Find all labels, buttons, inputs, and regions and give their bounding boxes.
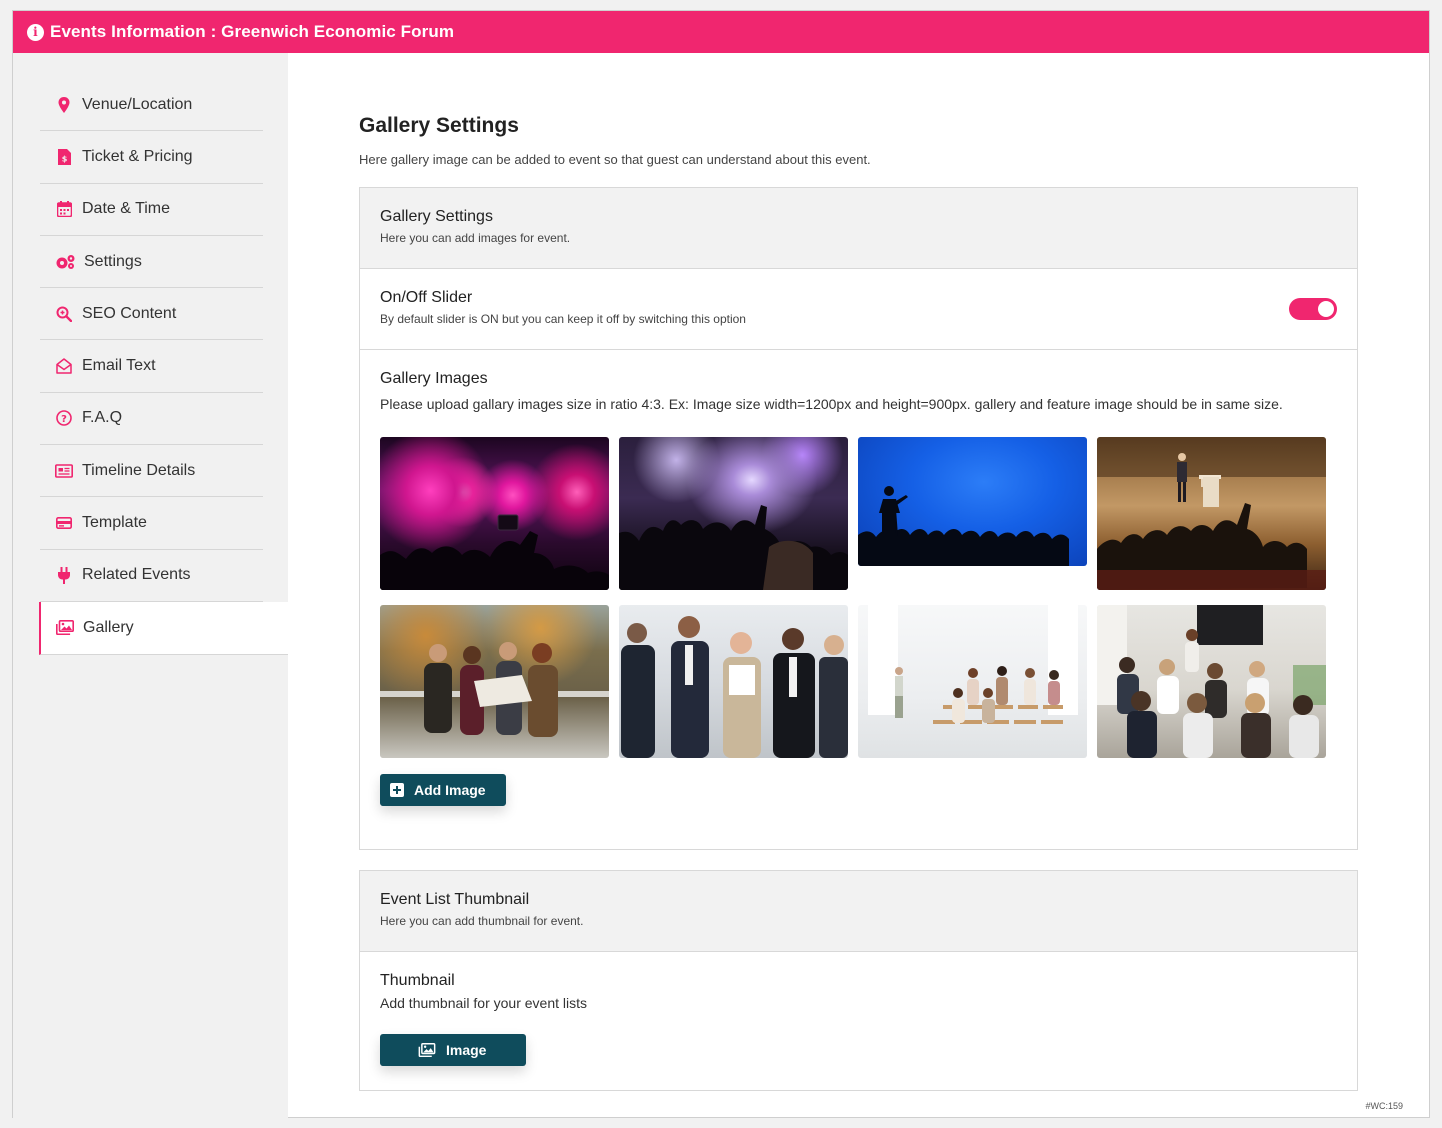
header-title: Events Information : Greenwich Economic …	[50, 22, 455, 41]
card-subtitle: Here you can add images for event.	[380, 231, 571, 245]
sidebar-item-settings[interactable]: Settings	[40, 236, 263, 289]
slider-setting-title: On/Off Slider	[380, 289, 473, 306]
sidebar-item-label: Venue/Location	[82, 95, 193, 113]
sidebar-item-date-time[interactable]: Date & Time	[40, 184, 263, 236]
svg-text:$: $	[61, 154, 67, 163]
slider-setting-row: On/Off Slider By default slider is ON bu…	[360, 269, 1357, 350]
gallery-images-title: Gallery Images	[380, 370, 488, 387]
gallery-image[interactable]	[1097, 605, 1326, 758]
images-icon	[55, 618, 75, 638]
template-icon	[54, 513, 74, 533]
header-bar: i Events Information : Greenwich Economi…	[13, 11, 1429, 53]
card-title: Gallery Settings	[380, 208, 493, 225]
sidebar-item-template[interactable]: Template	[40, 497, 263, 550]
watermark: #WC:159	[1365, 1101, 1403, 1111]
sidebar-item-label: F.A.Q	[82, 409, 123, 427]
plug-icon	[54, 565, 74, 585]
add-image-button[interactable]: Add Image	[380, 774, 506, 806]
thumbnail-text: Add thumbnail for your event lists	[380, 995, 587, 1011]
sidebar-item-label: Email Text	[82, 357, 156, 375]
ticket-icon: $	[54, 147, 74, 167]
sidebar-item-label: Ticket & Pricing	[82, 147, 193, 165]
images-icon	[418, 1043, 436, 1057]
card-subtitle: Here you can add thumbnail for event.	[380, 914, 584, 928]
thumbnail-row: Thumbnail Add thumbnail for your event l…	[360, 952, 1357, 1090]
card-title: Event List Thumbnail	[380, 891, 530, 908]
sidebar-item-email-text[interactable]: Email Text	[40, 340, 263, 393]
sidebar-item-label: Template	[82, 514, 147, 532]
toggle-knob	[1318, 301, 1334, 317]
sidebar-item-related-events[interactable]: Related Events	[40, 550, 263, 602]
sidebar-item-label: Settings	[84, 252, 142, 270]
page-title: Gallery Settings	[359, 114, 519, 137]
calendar-icon	[54, 199, 74, 219]
sidebar-nav: Venue/Location $ Ticket & Pricing Date &…	[39, 79, 288, 655]
page-description: Here gallery image can be added to event…	[359, 152, 871, 167]
map-marker-icon	[54, 95, 74, 115]
gallery-images-instructions: Please upload gallary images size in rat…	[380, 396, 1283, 412]
gallery-grid	[380, 437, 1337, 758]
thumbnail-image-label: Image	[446, 1042, 487, 1058]
gallery-image[interactable]	[858, 437, 1087, 566]
add-image-label: Add Image	[414, 782, 486, 798]
card-header: Gallery Settings Here you can add images…	[360, 188, 1357, 269]
sidebar-item-label: SEO Content	[82, 304, 177, 322]
gallery-image[interactable]	[858, 605, 1087, 758]
question-circle-icon: ?	[54, 408, 74, 428]
search-icon	[54, 304, 74, 324]
gears-icon	[54, 252, 76, 272]
gallery-image[interactable]	[380, 437, 609, 590]
plus-square-icon	[390, 783, 404, 797]
gallery-image[interactable]	[1097, 437, 1326, 590]
gallery-image[interactable]	[619, 605, 848, 758]
gallery-images-row: Gallery Images Please upload gallary ima…	[360, 350, 1357, 849]
sidebar-item-ticket-pricing[interactable]: $ Ticket & Pricing	[40, 131, 263, 184]
window-frame: i Events Information : Greenwich Economi…	[12, 10, 1430, 1118]
sidebar-item-seo-content[interactable]: SEO Content	[40, 288, 263, 341]
main-content: Gallery Settings Here gallery image can …	[359, 53, 1359, 1091]
sidebar-item-label: Gallery	[83, 618, 134, 636]
thumbnail-card: Event List Thumbnail Here you can add th…	[359, 870, 1358, 1091]
sidebar-item-gallery[interactable]: Gallery	[39, 601, 288, 655]
sidebar-item-timeline-details[interactable]: Timeline Details	[40, 445, 263, 498]
thumbnail-title: Thumbnail	[380, 972, 455, 989]
sidebar-item-venue-location[interactable]: Venue/Location	[40, 79, 263, 132]
slider-setting-subtitle: By default slider is ON but you can keep…	[380, 312, 746, 326]
newspaper-icon	[54, 461, 74, 481]
card-header: Event List Thumbnail Here you can add th…	[360, 871, 1357, 952]
thumbnail-image-button[interactable]: Image	[380, 1034, 527, 1066]
gallery-image[interactable]	[619, 437, 848, 590]
slider-toggle[interactable]	[1289, 298, 1337, 320]
sidebar-item-label: Related Events	[82, 566, 191, 584]
svg-text:?: ?	[61, 414, 67, 425]
sidebar-item-label: Date & Time	[82, 200, 171, 218]
gallery-settings-card: Gallery Settings Here you can add images…	[359, 187, 1358, 850]
sidebar-item-label: Timeline Details	[82, 461, 196, 479]
sidebar-item-faq[interactable]: ? F.A.Q	[40, 393, 263, 446]
sidebar: Venue/Location $ Ticket & Pricing Date &…	[13, 53, 288, 1118]
gallery-image[interactable]	[380, 605, 609, 758]
envelope-open-icon	[54, 356, 74, 376]
info-icon: i	[27, 23, 44, 41]
